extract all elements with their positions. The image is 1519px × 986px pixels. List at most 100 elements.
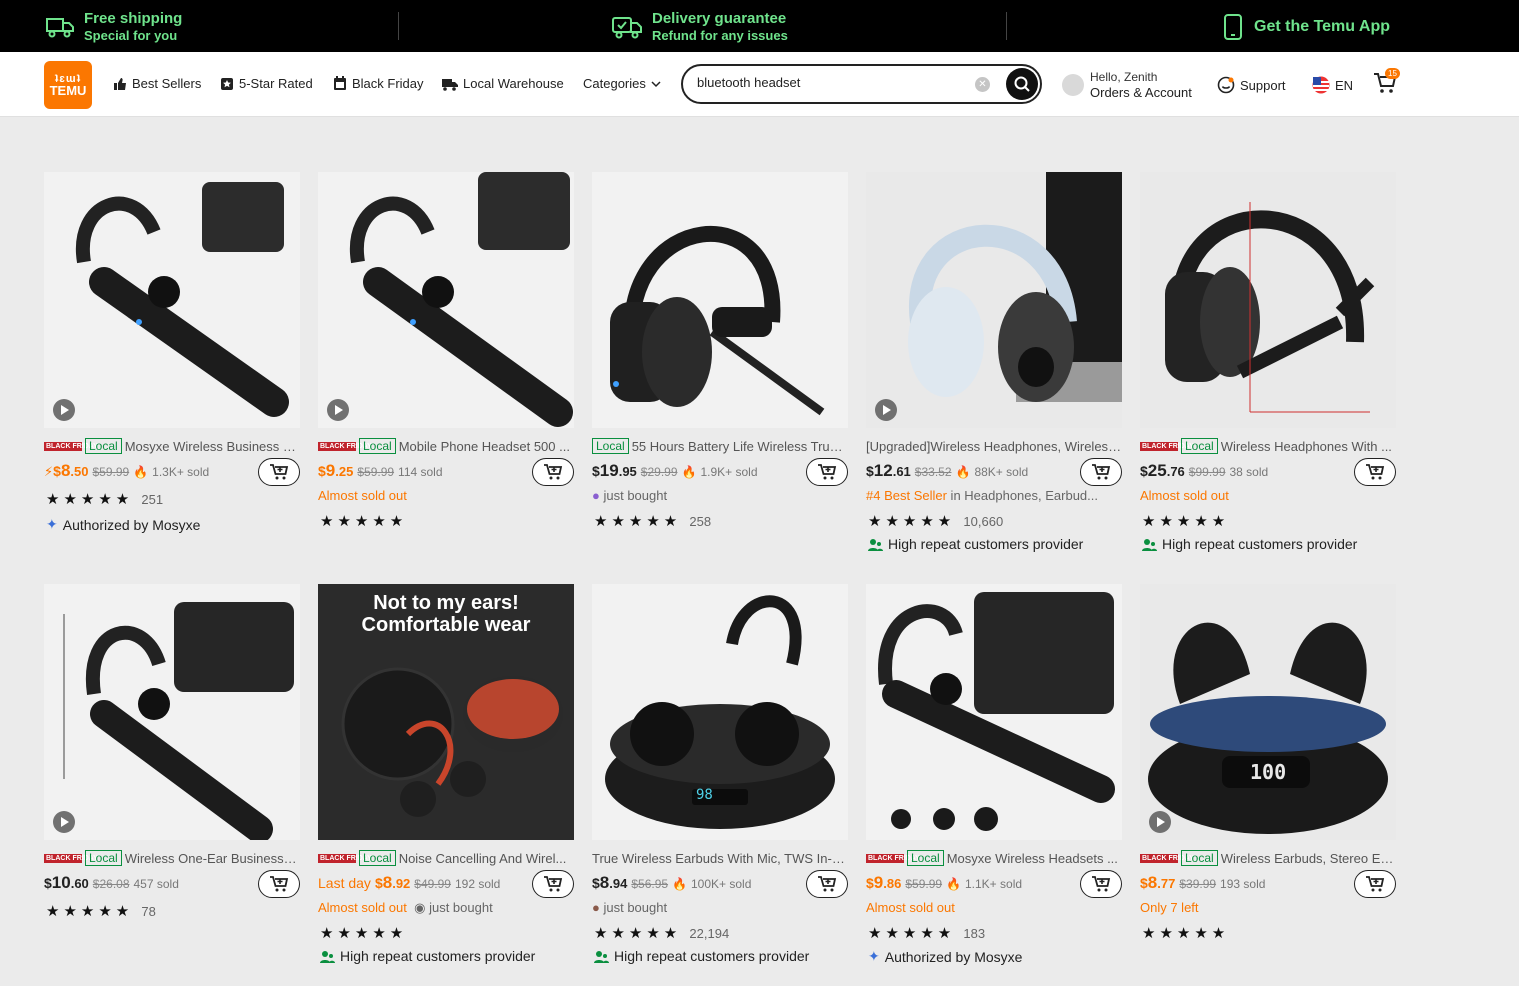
- product-card[interactable]: BLACK FRIDAY Local Mosyxe Wireless Busin…: [44, 172, 300, 562]
- product-image[interactable]: 98: [592, 584, 848, 840]
- headset-illustration: [1165, 202, 1375, 413]
- rating-stars: ★★★★★: [1142, 513, 1230, 530]
- original-price: $26.08: [92, 877, 130, 891]
- users-icon: [594, 950, 609, 963]
- account-menu[interactable]: Hello, Zenith Orders & Account: [1062, 70, 1192, 100]
- nav-categories[interactable]: Categories: [583, 76, 661, 91]
- local-badge: Local: [1181, 438, 1218, 454]
- product-image[interactable]: [866, 172, 1122, 428]
- add-to-cart-button[interactable]: [532, 458, 574, 486]
- search-icon: [1014, 76, 1030, 92]
- product-card[interactable]: BLACK FRIDAY Local Wireless One-Ear Busi…: [44, 584, 300, 974]
- product-image[interactable]: 100: [1140, 584, 1396, 840]
- black-friday-badge: BLACK FRIDAY: [1140, 853, 1194, 863]
- product-title[interactable]: Mosyxe Wireless Headsets ...: [947, 851, 1118, 866]
- shield-check-icon: ✦: [46, 516, 58, 532]
- product-image[interactable]: [592, 172, 848, 428]
- free-shipping-promo[interactable]: Free shipping Special for you: [46, 10, 182, 44]
- product-image[interactable]: [318, 172, 574, 428]
- rating-stars: ★★★★★: [320, 513, 408, 530]
- video-play-icon[interactable]: [53, 811, 75, 833]
- review-count: 258: [689, 514, 712, 529]
- nav-black-friday[interactable]: Black Friday: [333, 76, 424, 91]
- buyer-avatar-icon: ◉: [414, 900, 426, 915]
- headset-illustration: [610, 226, 825, 416]
- add-to-cart-button[interactable]: [258, 870, 300, 898]
- video-play-icon[interactable]: [327, 399, 349, 421]
- product-card[interactable]: 100 BLACK FRIDAY Local Wireless Earbuds,…: [1140, 584, 1396, 974]
- product-card[interactable]: 98 True Wireless Earbuds With Mic, TWS I…: [592, 584, 848, 974]
- product-title[interactable]: Wireless Headphones With ...: [1221, 439, 1392, 454]
- product-card[interactable]: Not to my ears! Comfortable wear BLACK F…: [318, 584, 574, 974]
- product-title[interactable]: Wireless Earbuds, Stereo Ear...: [1221, 851, 1396, 866]
- flame-icon: 🔥: [681, 465, 697, 479]
- sold-count: 114 sold: [398, 465, 443, 479]
- delivery-promo[interactable]: Delivery guarantee Refund for any issues: [612, 10, 788, 44]
- clear-search-icon[interactable]: ✕: [975, 77, 990, 92]
- delivery-sub: Refund for any issues: [652, 28, 788, 43]
- add-to-cart-button[interactable]: [806, 870, 848, 898]
- support-link[interactable]: Support: [1217, 76, 1286, 94]
- nav-five-star-rated[interactable]: 5-Star Rated: [220, 76, 313, 91]
- product-card[interactable]: [Upgraded]Wireless Headphones, Wireless.…: [866, 172, 1122, 562]
- sold-count: 38 sold: [1229, 465, 1269, 479]
- cart-button[interactable]: 15: [1373, 68, 1400, 99]
- get-app-promo[interactable]: Get the Temu App: [1222, 14, 1390, 40]
- sold-count: 457 sold: [133, 877, 179, 891]
- users-icon: [320, 950, 335, 963]
- phone-icon: [1224, 14, 1242, 40]
- product-card[interactable]: BLACK FRIDAY Local Mobile Phone Headset …: [318, 172, 574, 562]
- video-play-icon[interactable]: [1149, 811, 1171, 833]
- add-to-cart-button[interactable]: [1080, 870, 1122, 898]
- add-cart-icon: [1092, 464, 1111, 480]
- product-image[interactable]: [44, 584, 300, 840]
- account-orders-label: Orders & Account: [1090, 85, 1192, 100]
- add-to-cart-button[interactable]: [1354, 458, 1396, 486]
- warehouse-truck-icon: [442, 78, 458, 91]
- product-card[interactable]: BLACK FRIDAY Local Wireless Headphones W…: [1140, 172, 1396, 562]
- product-title[interactable]: True Wireless Earbuds With Mic, TWS In-E…: [592, 851, 848, 866]
- delivery-title: Delivery guarantee: [652, 10, 787, 27]
- nav-best-sellers[interactable]: Best Sellers: [113, 76, 201, 91]
- temu-logo[interactable]: ʇɛɯʇ TEMU: [44, 61, 92, 109]
- video-play-icon[interactable]: [53, 399, 75, 421]
- product-image[interactable]: [866, 584, 1122, 840]
- sold-count: 88K+ sold: [974, 465, 1029, 479]
- product-title[interactable]: Mobile Phone Headset 500 ...: [399, 439, 570, 454]
- product-card[interactable]: Local 55 Hours Battery Life Wireless Tru…: [592, 172, 848, 562]
- search-button[interactable]: [1006, 68, 1038, 100]
- truck-icon: [46, 18, 74, 38]
- product-image[interactable]: [1140, 172, 1396, 428]
- product-price: $19.95: [592, 461, 637, 480]
- cart-count-badge: 15: [1385, 68, 1400, 79]
- product-image[interactable]: Not to my ears! Comfortable wear: [318, 584, 574, 840]
- product-title[interactable]: Wireless One-Ear Business E...: [125, 851, 300, 866]
- add-to-cart-button[interactable]: [806, 458, 848, 486]
- language-selector[interactable]: EN: [1312, 76, 1353, 94]
- product-title[interactable]: Mosyxe Wireless Business H...: [125, 439, 300, 454]
- local-badge: Local: [85, 438, 122, 454]
- product-price: ⚡$8.50: [44, 461, 89, 480]
- add-to-cart-button[interactable]: [1080, 458, 1122, 486]
- add-cart-icon: [1092, 876, 1111, 892]
- product-title[interactable]: [Upgraded]Wireless Headphones, Wireless.…: [866, 439, 1122, 454]
- recent-purchase: just bought: [429, 900, 493, 915]
- add-to-cart-button[interactable]: [532, 870, 574, 898]
- nav-local-warehouse-label: Local Warehouse: [463, 76, 564, 91]
- add-to-cart-button[interactable]: [258, 458, 300, 486]
- search-input[interactable]: [697, 75, 967, 90]
- original-price: $59.99: [357, 465, 395, 479]
- rating-stars: ★★★★★ 183: [868, 925, 986, 942]
- product-title[interactable]: 55 Hours Battery Life Wireless Truck...: [632, 439, 848, 454]
- video-play-icon[interactable]: [875, 399, 897, 421]
- original-price: $56.95: [631, 877, 669, 891]
- add-to-cart-button[interactable]: [1354, 870, 1396, 898]
- product-image[interactable]: [44, 172, 300, 428]
- local-badge: Local: [85, 850, 122, 866]
- product-title[interactable]: Noise Cancelling And Wirel...: [399, 851, 567, 866]
- nav-local-warehouse[interactable]: Local Warehouse: [442, 76, 564, 91]
- best-seller-rank[interactable]: #4 Best Seller in Headphones, Earbud...: [866, 488, 1098, 503]
- product-card[interactable]: BLACK FRIDAY Local Mosyxe Wireless Heads…: [866, 584, 1122, 974]
- shield-check-icon: ✦: [868, 948, 880, 964]
- local-badge: Local: [359, 850, 396, 866]
